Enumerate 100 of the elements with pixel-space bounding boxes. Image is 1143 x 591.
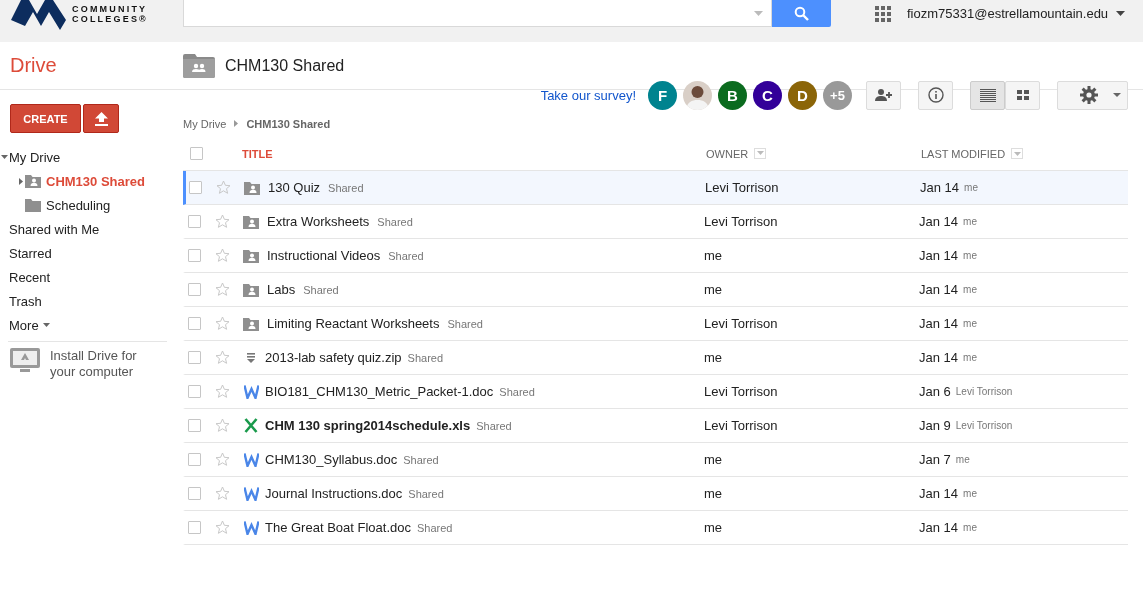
sidebar-item[interactable]: Scheduling (0, 193, 168, 217)
row-checkbox[interactable] (189, 181, 202, 194)
spreadsheet-icon (244, 418, 258, 433)
row-checkbox[interactable] (188, 453, 201, 466)
caret-icon (1116, 11, 1126, 16)
row-checkbox[interactable] (188, 317, 201, 330)
sidebar-item[interactable]: Recent (0, 265, 168, 289)
modified-by: Levi Torrison (955, 386, 1013, 397)
select-all-checkbox[interactable] (190, 147, 203, 160)
owner-text: Levi Torrison (704, 418, 778, 433)
collaborator-avatar[interactable] (683, 80, 712, 110)
file-row[interactable]: Extra Worksheets Shared Levi Torrison Jan 14 me (183, 205, 1128, 239)
file-name[interactable]: Extra Worksheets (267, 214, 370, 229)
star-outline-icon[interactable] (215, 384, 230, 399)
owner-text: me (704, 486, 723, 501)
star-outline-icon[interactable] (215, 418, 230, 433)
file-row[interactable]: Labs Shared me Jan 14 me (183, 273, 1128, 307)
collaborator-avatar[interactable]: F (648, 80, 677, 110)
sidebar-item[interactable]: My Drive (0, 145, 168, 169)
shared-label: Shared (407, 351, 444, 364)
apps-grid-icon[interactable] (875, 5, 891, 22)
star-outline-icon[interactable] (215, 214, 230, 229)
sidebar-item[interactable]: More (0, 313, 168, 337)
file-name[interactable]: Instructional Videos (267, 248, 381, 263)
survey-link[interactable]: Take our survey! (540, 87, 636, 103)
sort-menu-button[interactable] (1011, 148, 1024, 159)
account-menu[interactable]: fiozm75331@estrellamountain.edu (907, 6, 1126, 21)
row-checkbox[interactable] (188, 385, 201, 398)
row-checkbox[interactable] (188, 487, 201, 500)
settings-button[interactable] (1057, 80, 1128, 110)
shared-folder-icon (183, 53, 215, 78)
breadcrumb-link[interactable]: My Drive (183, 117, 227, 130)
modified-by: me (963, 216, 977, 227)
star-outline-icon[interactable] (215, 452, 230, 467)
file-row[interactable]: The Great Boat Float.doc Shared me Jan 14 me (183, 511, 1128, 545)
modified-by: me (963, 284, 977, 295)
modified-date: Jan 6 (919, 384, 951, 399)
file-row[interactable]: BIO181_CHM130_Metric_Packet-1.doc Shared Levi Torrison Jan 6 Levi Torrison (183, 375, 1128, 409)
column-header[interactable]: OWNER (706, 147, 749, 160)
modified-date: Jan 14 (919, 248, 959, 263)
file-row[interactable]: CHM 130 spring2014schedule.xls Shared Levi Torrison Jan 9 Levi Torrison (183, 409, 1128, 443)
row-checkbox[interactable] (188, 215, 201, 228)
collaborator-avatar[interactable]: D (788, 80, 817, 110)
logo-text: COLLEGES® (72, 14, 148, 24)
file-name[interactable]: The Great Boat Float.doc (265, 520, 411, 535)
sidebar-item[interactable]: CHM130 Shared (0, 169, 168, 193)
breadcrumb-link[interactable]: CHM130 Shared (246, 117, 331, 130)
list-lines-icon (979, 88, 996, 102)
file-name[interactable]: Labs (267, 282, 296, 297)
install-drive-link[interactable]: Install Drive for your computer (50, 348, 150, 380)
star-outline-icon[interactable] (215, 486, 230, 501)
file-name[interactable]: BIO181_CHM130_Metric_Packet-1.doc (265, 384, 494, 399)
file-name[interactable]: CHM130_Syllabus.doc (265, 452, 398, 467)
star-outline-icon[interactable] (215, 248, 230, 263)
caret-right-icon (234, 120, 239, 127)
shared-folder-icon (243, 316, 259, 331)
modified-by: me (963, 250, 977, 261)
file-row[interactable]: 2013-lab safety quiz.zip Shared me Jan 14 me (183, 341, 1128, 375)
grid-view-button[interactable] (1005, 80, 1040, 110)
caret-icon (754, 10, 763, 16)
file-row[interactable]: CHM130_Syllabus.doc Shared me Jan 7 me (183, 443, 1128, 477)
file-name[interactable]: Limiting Reactant Worksheets (267, 316, 440, 331)
row-checkbox[interactable] (188, 283, 201, 296)
file-name[interactable]: 2013-lab safety quiz.zip (265, 350, 402, 365)
file-name[interactable]: CHM 130 spring2014schedule.xls (265, 418, 471, 433)
collaborator-avatar[interactable]: B (718, 80, 747, 110)
shared-label: Shared (447, 317, 483, 330)
collaborator-avatar[interactable]: C (753, 80, 782, 110)
share-button[interactable] (866, 80, 901, 110)
owner-text: Levi Torrison (705, 180, 779, 195)
modified-date: Jan 14 (919, 520, 959, 535)
row-checkbox[interactable] (188, 521, 201, 534)
column-header[interactable]: TITLE (242, 147, 273, 160)
file-row[interactable]: Journal Instructions.doc Shared me Jan 14 me (183, 477, 1128, 511)
info-button[interactable] (918, 80, 953, 110)
star-outline-icon[interactable] (215, 282, 230, 297)
folder-icon (25, 198, 41, 212)
row-checkbox[interactable] (188, 249, 201, 262)
sidebar-item[interactable]: Starred (0, 241, 168, 265)
file-row[interactable]: 130 Quiz Shared Levi Torrison Jan 14 me (183, 171, 1128, 205)
create-button[interactable]: CREATE (10, 104, 81, 133)
file-row[interactable]: Limiting Reactant Worksheets Shared Levi Torrison Jan 14 me (183, 307, 1128, 341)
upload-button[interactable] (83, 104, 119, 133)
search-field[interactable] (183, 0, 772, 27)
file-row[interactable]: Instructional Videos Shared me Jan 14 me (183, 239, 1128, 273)
sidebar-item[interactable]: Shared with Me (0, 217, 168, 241)
row-checkbox[interactable] (188, 351, 201, 364)
star-outline-icon[interactable] (215, 520, 230, 535)
sidebar-item[interactable]: Trash (0, 289, 168, 313)
search-button[interactable] (772, 0, 831, 27)
sort-menu-button[interactable] (754, 147, 767, 159)
file-name[interactable]: Journal Instructions.doc (265, 486, 403, 501)
row-checkbox[interactable] (188, 419, 201, 432)
search-icon (794, 6, 809, 21)
star-outline-icon[interactable] (215, 316, 230, 331)
list-view-button[interactable] (970, 80, 1005, 110)
star-outline-icon[interactable] (216, 180, 231, 195)
star-outline-icon[interactable] (215, 350, 230, 365)
column-header[interactable]: LAST MODIFIED (921, 147, 1006, 160)
file-name[interactable]: 130 Quiz (268, 180, 321, 195)
